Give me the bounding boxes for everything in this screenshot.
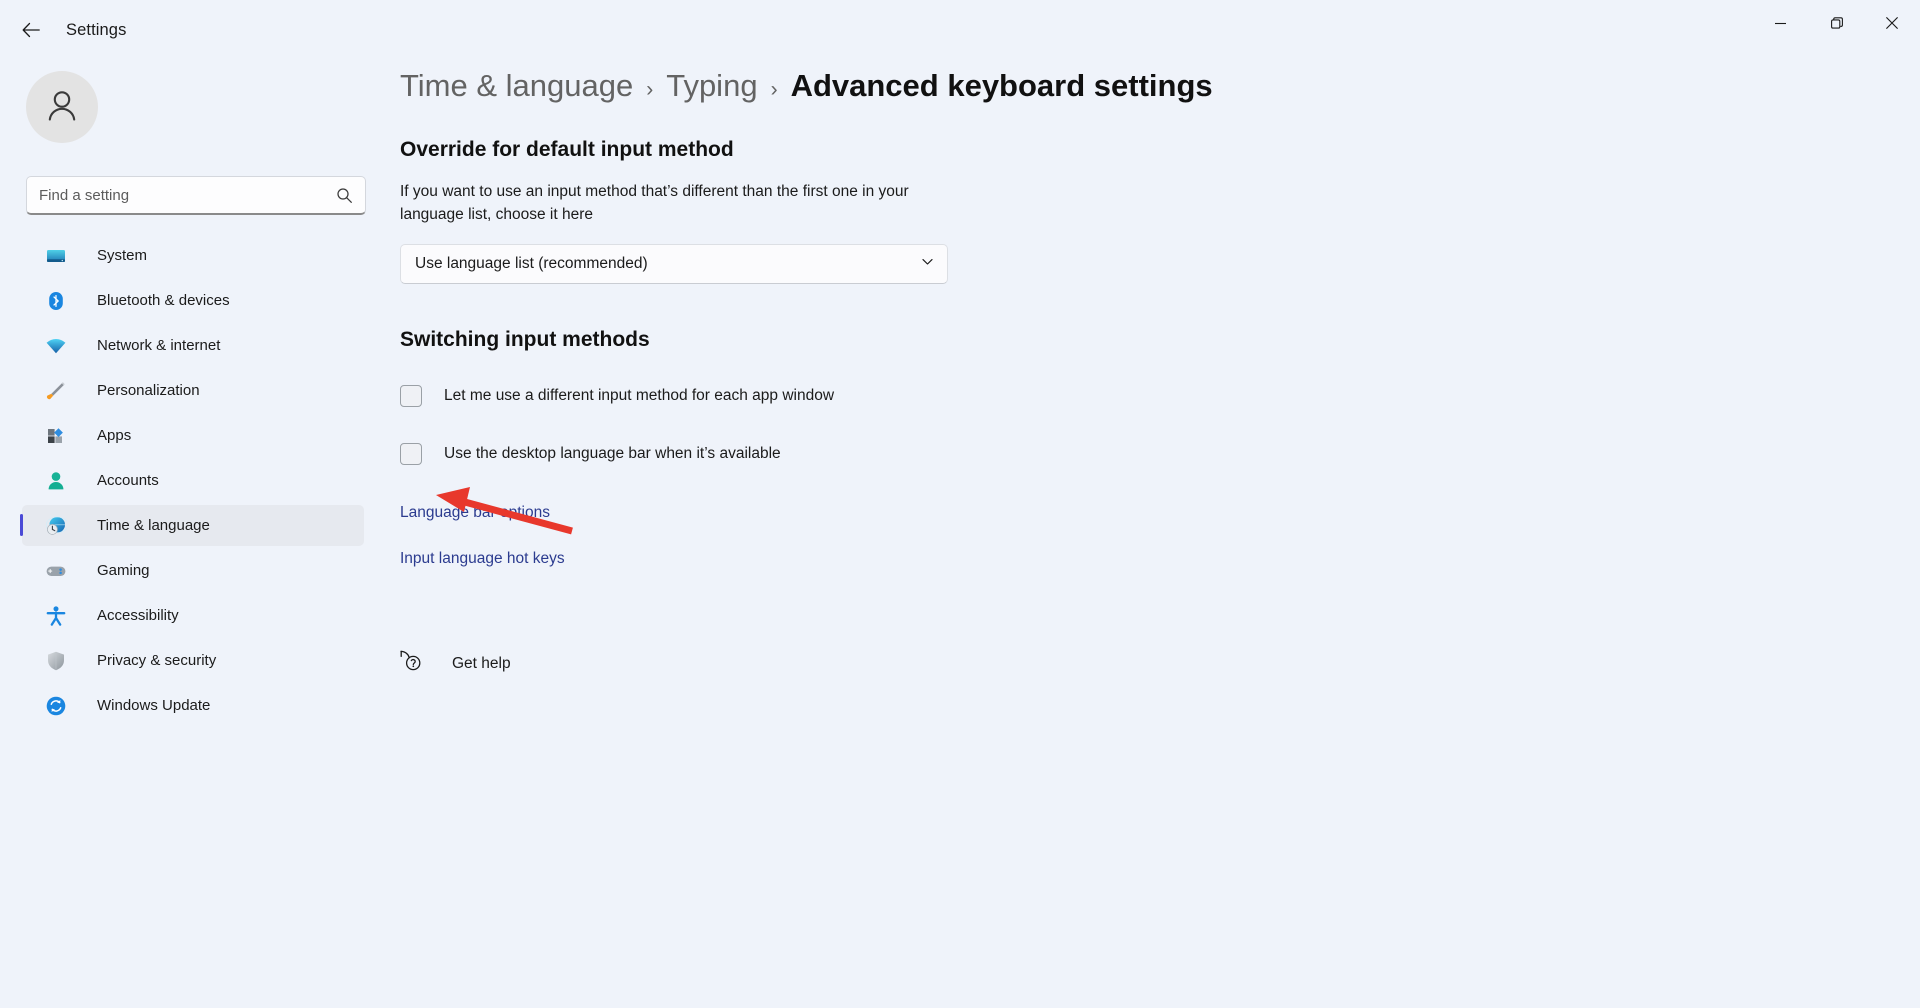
sidebar-item-label: Time & language bbox=[97, 517, 210, 534]
different-input-method-per-app-row[interactable]: Let me use a different input method for … bbox=[400, 385, 1920, 407]
back-arrow-icon bbox=[20, 19, 42, 41]
sidebar-item-system[interactable]: System bbox=[22, 235, 364, 276]
breadcrumb-separator: › bbox=[770, 78, 778, 101]
sidebar-item-windows-update[interactable]: Windows Update bbox=[22, 685, 364, 726]
sidebar-item-label: Apps bbox=[97, 427, 132, 444]
use-desktop-language-bar-checkbox[interactable] bbox=[400, 443, 422, 465]
language-bar-options-link[interactable]: Language bar options bbox=[400, 504, 550, 522]
sidebar-item-label: Gaming bbox=[97, 562, 150, 579]
default-input-method-dropdown[interactable]: Use language list (recommended) bbox=[400, 244, 948, 284]
shield-icon bbox=[44, 649, 68, 673]
search-icon[interactable] bbox=[336, 187, 353, 204]
apps-grid-icon bbox=[44, 424, 68, 448]
title-bar: Settings bbox=[0, 0, 1920, 60]
breadcrumb-item-time-language[interactable]: Time & language bbox=[400, 68, 633, 104]
search-input[interactable] bbox=[39, 186, 336, 204]
help-question-icon bbox=[398, 648, 424, 679]
use-desktop-language-bar-row[interactable]: Use the desktop language bar when it’s a… bbox=[400, 443, 1920, 465]
person-icon bbox=[44, 469, 68, 493]
sidebar-item-accessibility[interactable]: Accessibility bbox=[22, 595, 364, 636]
override-section-title: Override for default input method bbox=[400, 138, 734, 161]
wifi-icon bbox=[44, 334, 68, 358]
globe-clock-icon bbox=[44, 514, 68, 538]
close-icon bbox=[1885, 16, 1899, 30]
get-help-label: Get help bbox=[452, 654, 511, 672]
sidebar-item-apps[interactable]: Apps bbox=[22, 415, 364, 456]
maximize-button[interactable] bbox=[1808, 0, 1864, 46]
breadcrumb: Time & language › Typing › Advanced keyb… bbox=[400, 68, 1920, 104]
get-help-row[interactable]: Get help bbox=[398, 648, 1920, 679]
sidebar-item-bluetooth-devices[interactable]: Bluetooth & devices bbox=[22, 280, 364, 321]
sidebar-item-time-language[interactable]: Time & language bbox=[20, 505, 364, 546]
refresh-sync-icon bbox=[44, 694, 68, 718]
sidebar-item-gaming[interactable]: Gaming bbox=[22, 550, 364, 591]
back-button[interactable] bbox=[12, 11, 50, 49]
maximize-icon bbox=[1830, 16, 1843, 30]
user-avatar-icon bbox=[42, 85, 82, 130]
minimize-button[interactable] bbox=[1752, 0, 1808, 46]
override-section-description: If you want to use an input method that’… bbox=[400, 183, 909, 223]
dropdown-selected-value: Use language list (recommended) bbox=[415, 255, 648, 272]
close-button[interactable] bbox=[1864, 0, 1920, 46]
sidebar-item-label: Personalization bbox=[97, 382, 200, 399]
sidebar-item-network-internet[interactable]: Network & internet bbox=[22, 325, 364, 366]
window-controls bbox=[1752, 0, 1920, 60]
sidebar-item-label: Bluetooth & devices bbox=[97, 292, 230, 309]
system-monitor-icon bbox=[44, 244, 68, 268]
sidebar-item-privacy-security[interactable]: Privacy & security bbox=[22, 640, 364, 681]
sidebar-item-label: System bbox=[97, 247, 148, 264]
minimize-icon bbox=[1774, 17, 1787, 30]
paintbrush-icon bbox=[44, 379, 68, 403]
sidebar-item-label: Windows Update bbox=[97, 697, 211, 714]
sidebar-item-label: Accounts bbox=[97, 472, 159, 489]
sidebar: System Bluetooth & devices Network bbox=[0, 60, 390, 1008]
sidebar-item-accounts[interactable]: Accounts bbox=[22, 460, 364, 501]
bluetooth-icon bbox=[44, 289, 68, 313]
main-content: Time & language › Typing › Advanced keyb… bbox=[390, 60, 1920, 1008]
checkbox-label: Let me use a different input method for … bbox=[444, 387, 835, 404]
gamepad-icon bbox=[44, 559, 68, 583]
checkbox-label: Use the desktop language bar when it’s a… bbox=[444, 445, 781, 462]
sidebar-item-personalization[interactable]: Personalization bbox=[22, 370, 364, 411]
sidebar-nav: System Bluetooth & devices Network & int… bbox=[0, 235, 390, 726]
sidebar-item-label: Network & internet bbox=[97, 337, 221, 354]
sidebar-item-label: Privacy & security bbox=[97, 652, 217, 669]
switching-section-title: Switching input methods bbox=[400, 328, 650, 351]
sidebar-item-label: Accessibility bbox=[97, 607, 179, 624]
breadcrumb-item-typing[interactable]: Typing bbox=[666, 68, 757, 104]
page-title: Advanced keyboard settings bbox=[790, 68, 1213, 103]
breadcrumb-separator: › bbox=[646, 78, 654, 101]
app-title: Settings bbox=[66, 20, 127, 39]
accessibility-person-icon bbox=[44, 604, 68, 628]
input-language-hot-keys-link[interactable]: Input language hot keys bbox=[400, 550, 565, 568]
chevron-down-icon bbox=[920, 254, 935, 274]
avatar[interactable] bbox=[26, 71, 98, 143]
different-input-method-per-app-checkbox[interactable] bbox=[400, 385, 422, 407]
search-box[interactable] bbox=[26, 176, 366, 215]
